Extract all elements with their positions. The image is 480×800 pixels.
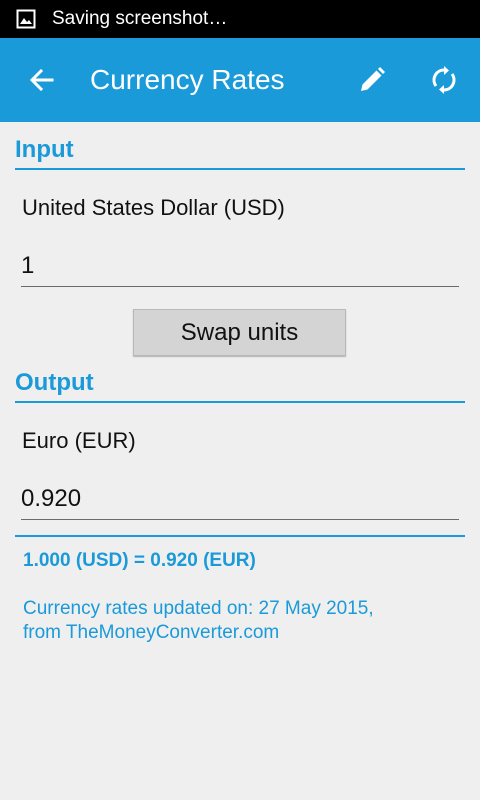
input-section-header: Input	[15, 136, 465, 170]
rates-updated-text: Currency rates updated on: 27 May 2015,	[23, 598, 374, 619]
divider	[15, 535, 465, 537]
status-notification-text: Saving screenshot…	[52, 8, 228, 29]
app-bar: Currency Rates	[0, 38, 480, 122]
output-section-header: Output	[15, 369, 465, 403]
page-title: Currency Rates	[90, 64, 285, 95]
rates-source-text: from TheMoneyConverter.com	[23, 622, 280, 643]
back-arrow-icon[interactable]	[24, 62, 60, 98]
image-icon	[16, 9, 36, 29]
refresh-icon[interactable]	[424, 60, 464, 100]
conversion-result: 1.000 (USD) = 0.920 (EUR)	[23, 550, 256, 571]
pencil-icon[interactable]	[352, 60, 392, 100]
rates-info: Currency rates updated on: 27 May 2015, …	[23, 597, 374, 645]
output-amount-field[interactable]: 0.920	[21, 479, 459, 520]
input-amount-field[interactable]: 1	[21, 246, 459, 287]
input-currency-label[interactable]: United States Dollar (USD)	[22, 195, 285, 221]
status-bar: Saving screenshot…	[0, 0, 480, 38]
output-currency-label[interactable]: Euro (EUR)	[22, 428, 136, 454]
swap-units-button[interactable]: Swap units	[133, 309, 346, 356]
